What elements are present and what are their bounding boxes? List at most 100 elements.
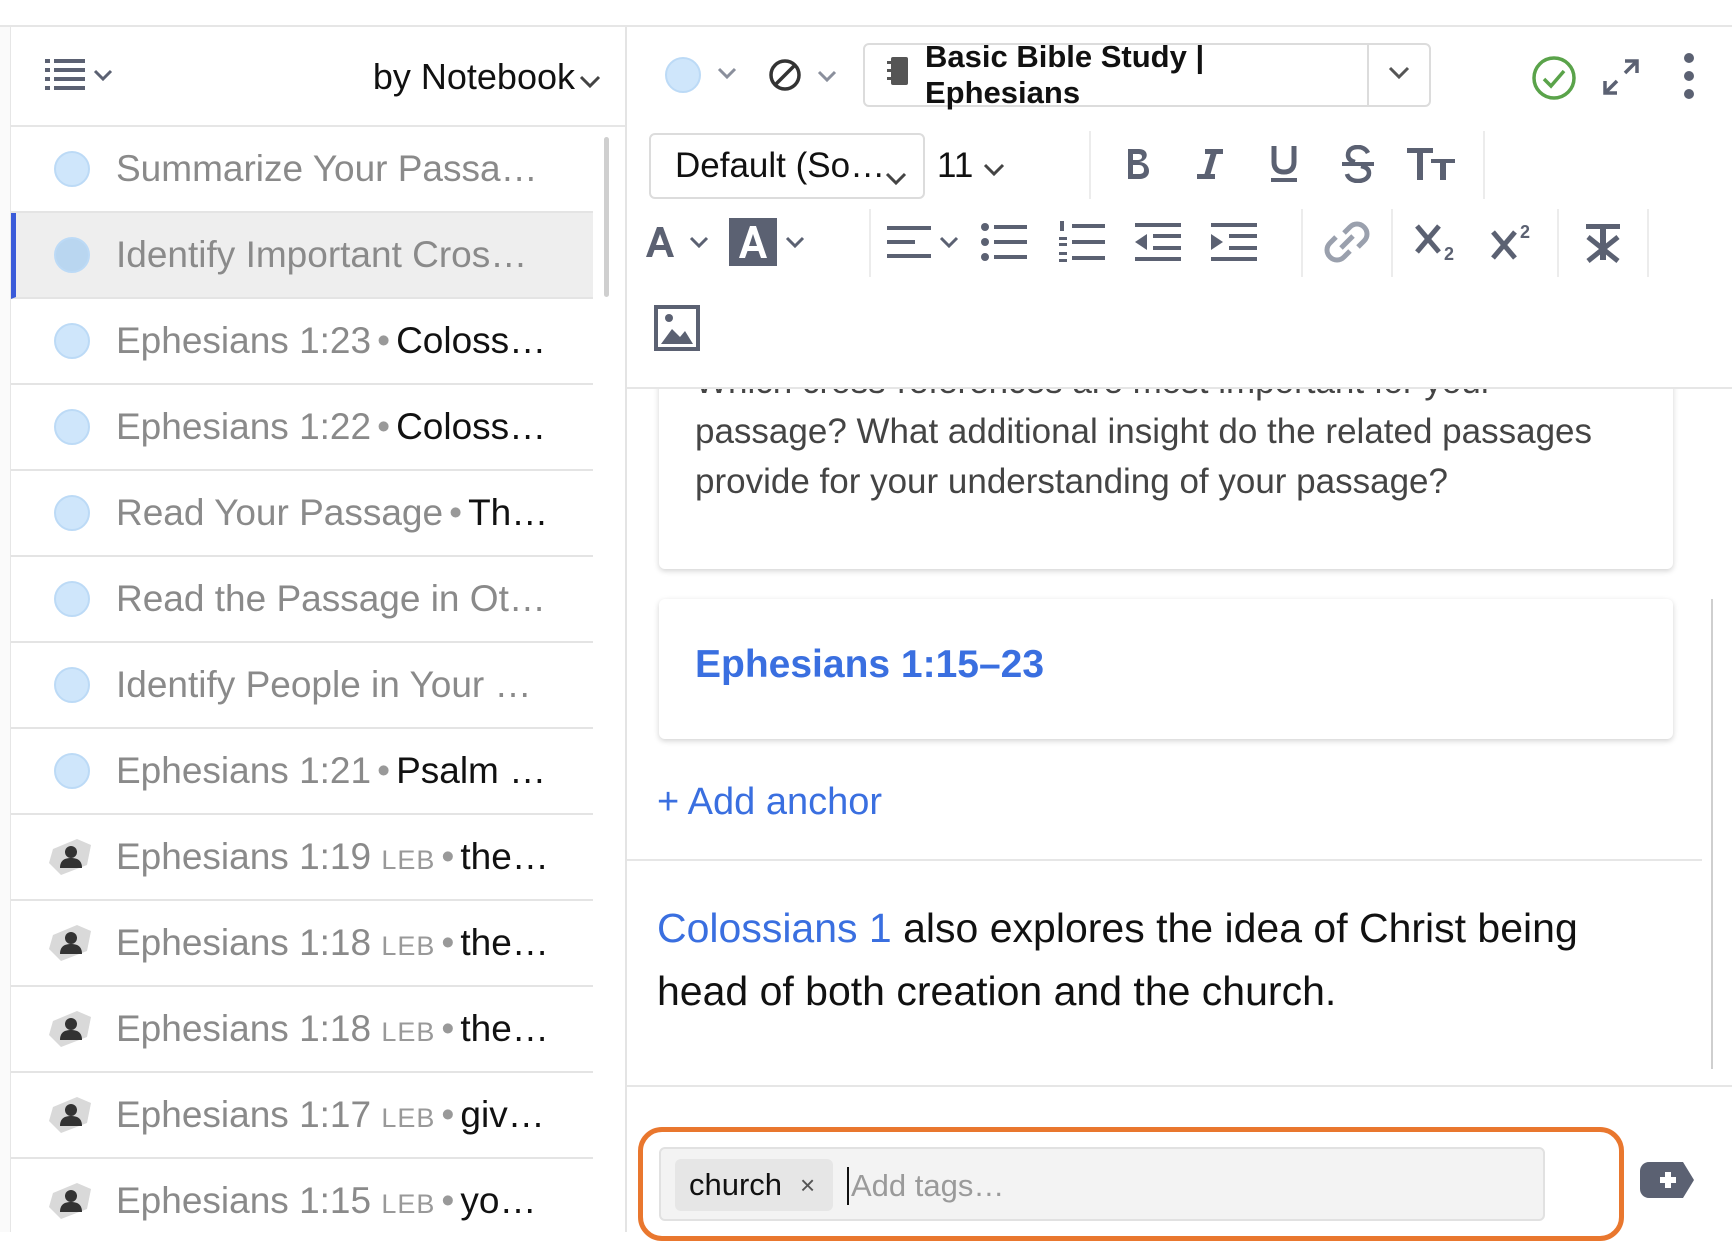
notes-list-scrollbar[interactable] [604, 137, 609, 297]
notebook-dropdown-button[interactable] [1367, 45, 1429, 105]
anchor-reference-link[interactable]: Ephesians 1:15–23 [695, 643, 1044, 687]
list-item-text: Summarize Your Passag… [116, 148, 557, 190]
more-options-icon[interactable] [1681, 51, 1697, 106]
tag-input-placeholder[interactable]: Add tags… [847, 1167, 1004, 1205]
list-item-text: Identify People in Your … [116, 664, 557, 706]
list-item[interactable]: Ephesians 1:15 LEB • yo… [11, 1159, 593, 1232]
svg-text:2: 2 [1520, 222, 1530, 242]
highlight-person-icon [47, 1093, 95, 1137]
remove-tag-icon[interactable]: × [800, 1170, 815, 1201]
font-family-select[interactable]: Default (So… [649, 133, 925, 199]
add-anchor-link[interactable]: + Add anchor [657, 781, 882, 824]
font-size-select[interactable]: 11 [937, 135, 1005, 197]
highlight-color-icon [729, 217, 777, 271]
chevron-down-icon [579, 56, 601, 98]
add-tag-button[interactable] [1639, 1161, 1695, 1204]
list-item[interactable]: Ephesians 1:19 LEB • the… [11, 815, 593, 901]
strikethrough-icon [1341, 144, 1375, 188]
prohibited-icon [767, 57, 803, 98]
list-item-version: LEB [381, 845, 436, 875]
left-edge [0, 27, 11, 1232]
list-item[interactable]: Ephesians 1:17 LEB • giv… [11, 1073, 593, 1159]
note-color-picker[interactable] [665, 57, 737, 93]
check-circle-icon[interactable] [1531, 55, 1577, 106]
list-item[interactable]: Ephesians 1:22 • Coloss… [11, 385, 593, 471]
list-item-version: LEB [381, 1189, 436, 1219]
highlight-person-icon [47, 921, 95, 965]
list-view-toggle[interactable] [45, 57, 131, 97]
align-button[interactable] [883, 213, 963, 275]
list-item[interactable]: Ephesians 1:18 LEB • the… [11, 987, 593, 1073]
bullet-separator: • [441, 1094, 455, 1135]
indent-button[interactable] [1203, 213, 1265, 275]
list-item-excerpt: Th… [468, 492, 549, 533]
no-style-picker[interactable] [767, 57, 837, 98]
notes-list: Summarize Your Passag… Identify Important… [11, 127, 593, 1232]
list-item[interactable]: Identify People in Your … [11, 643, 593, 729]
superscript-button[interactable]: 2 [1481, 213, 1545, 275]
bullet-separator: • [377, 406, 391, 447]
bold-button[interactable] [1107, 135, 1169, 197]
underline-button[interactable] [1253, 135, 1315, 197]
list-item-reference: Ephesians 1:17 [116, 1094, 372, 1135]
list-item[interactable]: Ephesians 1:18 LEB • the… [11, 901, 593, 987]
toolbar-separator [1483, 131, 1485, 199]
content-divider [627, 859, 1702, 861]
list-item-text: Ephesians 1:23 • Coloss… [116, 320, 557, 362]
note-editor-panel: Basic Bible Study | Ephesians Default (S… [627, 27, 1732, 1241]
notebook-selector[interactable]: Basic Bible Study | Ephesians [863, 39, 1431, 110]
content-scrollbar[interactable] [1711, 599, 1713, 1069]
bullet-separator: • [441, 1008, 455, 1049]
svg-text:2: 2 [1444, 244, 1454, 262]
outdent-button[interactable] [1127, 213, 1189, 275]
superscript-icon: 2 [1491, 222, 1535, 267]
list-item-reference: Ephesians 1:19 [116, 836, 372, 877]
toolbar-separator [1301, 209, 1303, 277]
color-dot-icon [54, 237, 90, 273]
note-content: Which cross-references are most importan… [627, 389, 1702, 1089]
chevron-down-icon [983, 146, 1005, 186]
list-item[interactable]: Ephesians 1:21 • Psalm … [11, 729, 593, 815]
toolbar-separator [869, 209, 871, 277]
expand-icon[interactable] [1601, 57, 1641, 102]
color-dot-icon [54, 323, 90, 359]
list-item-reference: Ephesians 1:15 [116, 1180, 372, 1221]
list-item[interactable]: Identify Important Cros… [11, 213, 593, 299]
chevron-down-icon [717, 66, 737, 84]
highlight-color-button[interactable] [725, 213, 811, 275]
text-size-button[interactable] [1401, 135, 1463, 197]
sort-by-dropdown[interactable]: by Notebook [373, 55, 601, 99]
highlight-person-icon [47, 1179, 95, 1223]
list-item[interactable]: Ephesians 1:23 • Coloss… [11, 299, 593, 385]
list-item-text: Ephesians 1:18 LEB • the… [116, 1008, 557, 1050]
link-button[interactable] [1315, 213, 1379, 275]
note-body-text[interactable]: Colossians 1 also explores the idea of C… [657, 897, 1667, 1023]
list-item-excerpt: Coloss… [396, 406, 547, 447]
bulleted-list-button[interactable] [973, 213, 1035, 275]
list-item[interactable]: Summarize Your Passag… [11, 127, 593, 213]
bullet-separator: • [441, 922, 455, 963]
chevron-down-icon [785, 235, 805, 253]
insert-image-button[interactable] [653, 304, 701, 355]
italic-button[interactable] [1179, 135, 1241, 197]
list-item[interactable]: Read the Passage in Oth… [11, 557, 593, 643]
notebook-selector-label: Basic Bible Study | Ephesians [865, 39, 1367, 111]
strikethrough-button[interactable] [1327, 135, 1389, 197]
clear-formatting-button[interactable] [1571, 213, 1635, 275]
scripture-link[interactable]: Colossians 1 [657, 905, 892, 951]
list-item-excerpt: the… [460, 922, 549, 963]
italic-icon [1195, 146, 1225, 187]
list-item-reference: Read Your Passage [116, 492, 444, 533]
list-item[interactable]: Read Your Passage • Th… [11, 471, 593, 557]
subscript-button[interactable]: 2 [1405, 213, 1469, 275]
numbered-list-button[interactable] [1051, 213, 1113, 275]
tag-input-field[interactable]: church × Add tags… [659, 1147, 1545, 1221]
underline-icon [1268, 144, 1300, 189]
list-item-reference: Ephesians 1:21 [116, 750, 372, 791]
color-dot-icon [54, 151, 90, 187]
bullet-separator: • [449, 492, 463, 533]
highlight-person-icon [47, 1007, 95, 1051]
anchor-card[interactable]: Ephesians 1:15–23 [659, 599, 1673, 739]
font-color-button[interactable] [635, 213, 717, 275]
tag-chip-label: church [689, 1167, 783, 1202]
